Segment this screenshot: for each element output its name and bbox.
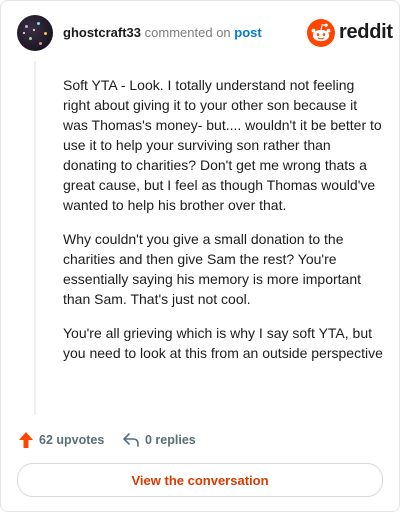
- view-conversation-button[interactable]: View the conversation: [17, 463, 383, 497]
- upvote-count: 62 upvotes: [39, 433, 105, 447]
- reply-button[interactable]: 0 replies: [123, 430, 196, 450]
- comment-meta: ghostcraft33 commented on post: [63, 25, 262, 41]
- reddit-snoo-icon: [307, 19, 335, 47]
- post-link[interactable]: post: [234, 25, 261, 40]
- comment-body: Soft YTA - Look. I totally understand no…: [63, 75, 385, 377]
- comment-paragraph: Why couldn't you give a small donation t…: [63, 231, 361, 307]
- avatar[interactable]: [17, 15, 53, 51]
- reply-arrow-icon: [123, 433, 139, 447]
- arrow-up-icon: [19, 432, 33, 448]
- action-text: commented on: [144, 25, 231, 40]
- logo-text: reddit: [339, 21, 393, 43]
- comment-card: ghostcraft33 commented on post reddit So…: [0, 0, 400, 512]
- reddit-logo[interactable]: reddit: [307, 19, 393, 47]
- comment-header: ghostcraft33 commented on post reddit: [17, 15, 393, 51]
- comment-paragraph: You're all grieving which is why I say s…: [63, 325, 383, 361]
- thread-line[interactable]: [34, 61, 36, 415]
- comment-paragraph: Soft YTA - Look. I totally understand no…: [63, 77, 382, 213]
- upvote-button[interactable]: 62 upvotes: [19, 430, 104, 450]
- username-link[interactable]: ghostcraft33: [63, 25, 141, 40]
- comment-actions: 62 upvotes 0 replies: [19, 430, 383, 450]
- view-conversation-label: View the conversation: [131, 472, 269, 488]
- reply-count: 0 replies: [145, 433, 196, 447]
